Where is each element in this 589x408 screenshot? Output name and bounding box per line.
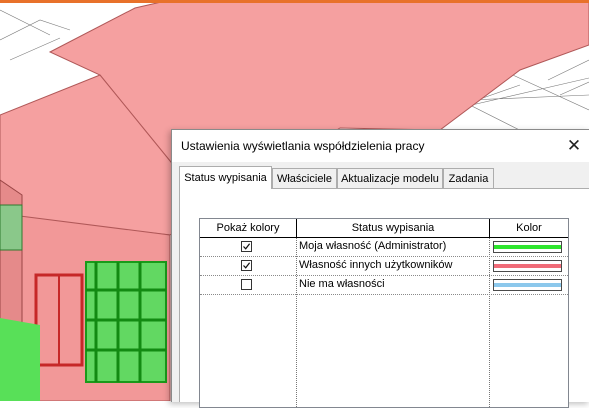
status-label: Nie ma własności [299, 278, 385, 290]
checkmark-icon [243, 262, 251, 269]
dialog-titlebar[interactable]: Ustawienia wyświetlania współdzielenia p… [172, 130, 589, 162]
dialog-body: Status wypisania Właściciele Aktualizacj… [172, 162, 589, 408]
status-label: Własność innych użytkowników [299, 259, 453, 271]
checkmark-icon [243, 243, 251, 250]
tab-checkout-status[interactable]: Status wypisania [179, 166, 272, 189]
tab-worksets[interactable]: Zadania [443, 168, 494, 188]
column-header-status[interactable]: Status wypisania [297, 219, 490, 238]
dialog-title: Ustawienia wyświetlania współdzielenia p… [181, 139, 425, 153]
worksharing-display-settings-dialog: Ustawienia wyświetlania współdzielenia p… [171, 129, 589, 408]
close-icon[interactable]: ✕ [560, 132, 588, 160]
column-header-color[interactable]: Kolor [490, 219, 568, 238]
show-color-checkbox[interactable] [241, 260, 252, 271]
tab-model-updates[interactable]: Aktualizacje modelu [337, 168, 443, 188]
table-row[interactable]: Własność innych użytkowników [200, 257, 568, 276]
show-color-checkbox[interactable] [241, 241, 252, 252]
color-swatch[interactable] [493, 241, 562, 253]
color-swatch[interactable] [493, 260, 562, 272]
column-header-show-colors[interactable]: Pokaż kolory [200, 219, 297, 238]
show-color-checkbox[interactable] [241, 279, 252, 290]
table-row[interactable]: Nie ma własności [200, 276, 568, 295]
accent-bar [0, 0, 589, 3]
status-label: Moja własność (Administrator) [299, 240, 447, 252]
table-row[interactable]: Moja własność (Administrator) [200, 238, 568, 257]
status-color-table: Pokaż kolory Status wypisania Kolor Moja… [199, 218, 569, 408]
color-swatch[interactable] [493, 279, 562, 291]
tab-panel: Pokaż kolory Status wypisania Kolor Moja… [179, 188, 589, 408]
tab-owners[interactable]: Właściciele [272, 168, 337, 188]
